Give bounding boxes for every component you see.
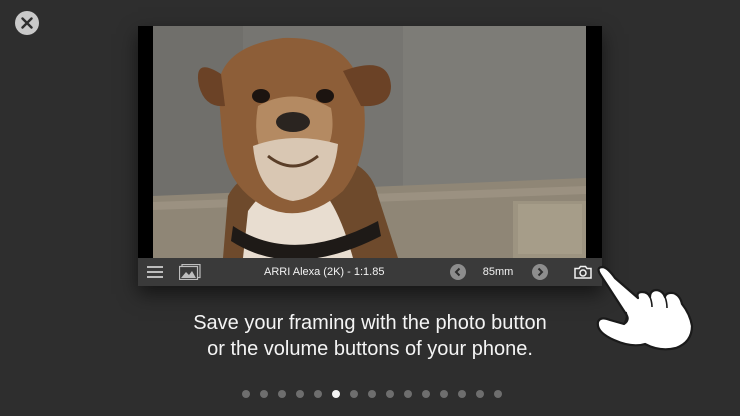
chevron-right-icon: [532, 264, 548, 280]
hamburger-menu-icon[interactable]: [147, 258, 165, 286]
page-dot[interactable]: [314, 390, 322, 398]
lens-prev-button[interactable]: [450, 258, 466, 286]
page-dot[interactable]: [440, 390, 448, 398]
lens-next-button[interactable]: [532, 258, 548, 286]
page-dot[interactable]: [260, 390, 268, 398]
preview-photo: [153, 26, 586, 258]
close-icon: [21, 17, 33, 29]
page-dot[interactable]: [350, 390, 358, 398]
page-dot[interactable]: [494, 390, 502, 398]
page-dot[interactable]: [458, 390, 466, 398]
page-dot[interactable]: [422, 390, 430, 398]
page-dot-active[interactable]: [332, 390, 340, 398]
caption-line-2: or the volume buttons of your phone.: [207, 338, 533, 360]
page-dot[interactable]: [476, 390, 484, 398]
chevron-left-icon: [450, 264, 466, 280]
page-dot[interactable]: [386, 390, 394, 398]
page-dot[interactable]: [296, 390, 304, 398]
camera-format-label[interactable]: ARRI Alexa (2K) - 1:1.85: [264, 258, 454, 286]
close-button[interactable]: [15, 11, 39, 35]
page-dot[interactable]: [404, 390, 412, 398]
page-dot[interactable]: [242, 390, 250, 398]
page-dot[interactable]: [368, 390, 376, 398]
gallery-icon[interactable]: [179, 258, 203, 286]
page-dot[interactable]: [278, 390, 286, 398]
bulldog-photo: [153, 26, 586, 258]
caption-line-1: Save your framing with the photo button: [193, 312, 547, 334]
camera-toolbar: ARRI Alexa (2K) - 1:1.85 85mm: [138, 258, 602, 286]
lens-focal-length: 85mm: [482, 266, 514, 278]
viewfinder-preview: ARRI Alexa (2K) - 1:1.85 85mm: [138, 26, 602, 286]
